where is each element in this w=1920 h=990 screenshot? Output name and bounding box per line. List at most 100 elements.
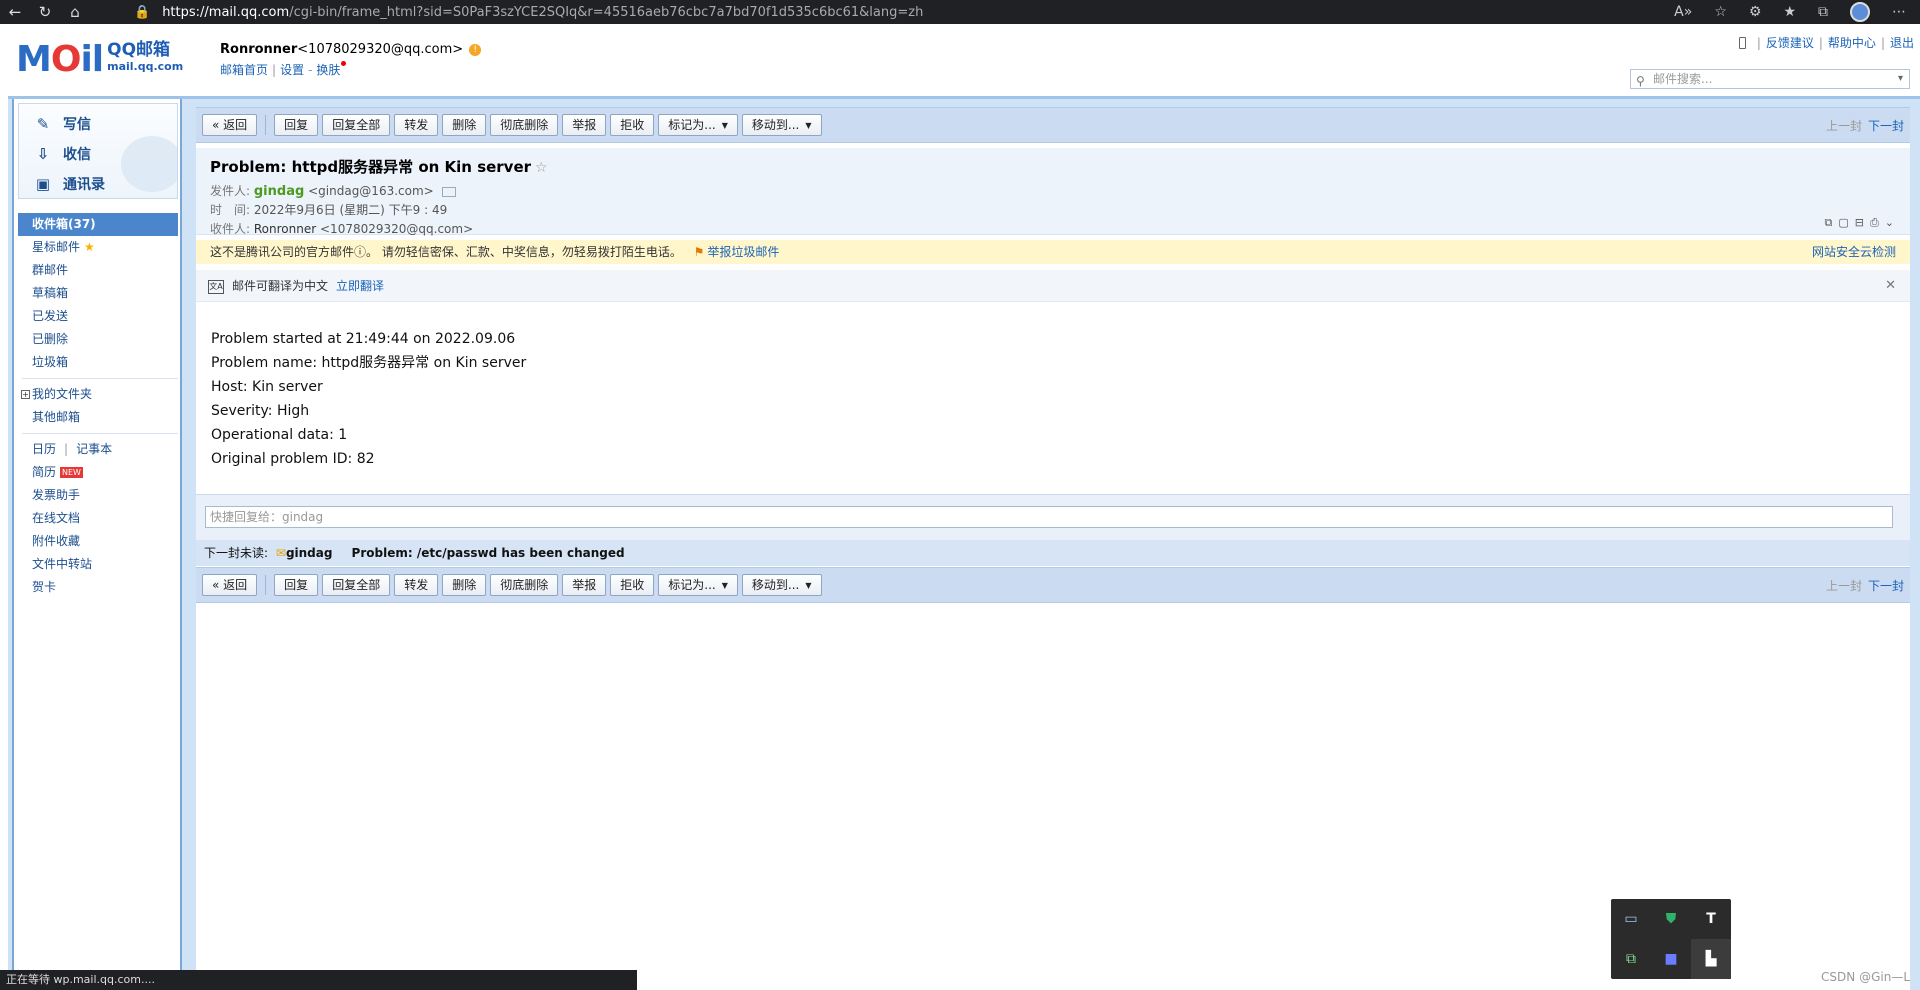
sidebar-item-group[interactable]: 群邮件 [18,259,178,282]
star-icon[interactable]: ☆ [535,160,548,176]
compose-panel: ✎ 写信 ⇩ 收信 ▣ 通讯录 [18,103,178,199]
extensions-icon[interactable]: ⚙ [1749,4,1762,20]
next-unread-sender[interactable]: gindag [286,546,333,560]
address-bar[interactable]: https://mail.qq.com/cgi-bin/frame_html?s… [162,5,923,20]
sidebar-item-other-mail[interactable]: 其他邮箱 [18,406,178,429]
print-icon[interactable]: ⎙ [1870,216,1879,230]
sidebar-item-starred[interactable]: 星标邮件 ★ [18,236,178,259]
favorite-add-icon[interactable]: ☆ [1714,4,1727,20]
bookmark-icon[interactable]: ▙ [1691,939,1731,979]
favorites-icon[interactable]: ★ [1783,4,1796,20]
logo-o: O [50,39,82,80]
receive-button[interactable]: ⇩ 收信 [33,144,91,164]
copy-window-icon[interactable]: ⧉ [1611,939,1651,979]
more-icon[interactable]: ⋯ [1892,4,1906,20]
report-spam-link[interactable]: ⚑ 举报垃圾邮件 [694,245,780,259]
refresh-icon[interactable]: ↻ [30,0,60,24]
translate-now-link[interactable]: 立即翻译 [336,279,384,293]
search-placeholder: 邮件搜索... [1653,72,1713,86]
next-mail-link[interactable]: 下一封 [1868,119,1904,133]
reply-button[interactable]: 回复 [274,574,319,596]
lock-icon[interactable]: 🔒 [134,5,150,20]
reject-button[interactable]: 拒收 [610,114,655,136]
reject-button[interactable]: 拒收 [610,574,655,596]
typora-icon[interactable]: T [1691,899,1731,939]
calendar-link[interactable]: 日历 [32,442,56,456]
profile-icon[interactable] [1850,2,1870,22]
move-to-dropdown[interactable]: 移动到... ▼ [741,574,822,596]
help-link[interactable]: 帮助中心 [1828,34,1876,51]
teams-icon[interactable]: ■ [1651,939,1691,979]
report-button[interactable]: 举报 [562,574,607,596]
sidebar-item-attachments[interactable]: 附件收藏 [18,530,178,553]
display-icon[interactable]: ▭ [1611,899,1651,939]
chevron-down-icon[interactable]: ▾ [1898,70,1903,88]
from-row: 发件人: gindag <gindag@163.com> [210,182,456,199]
sender-name[interactable]: gindag [254,184,304,199]
phone-icon[interactable] [1738,36,1746,49]
sidebar-item-deleted[interactable]: 已删除 [18,328,178,351]
reply-button[interactable]: 回复 [274,114,319,136]
warning-icon[interactable]: ! [469,43,482,56]
sidebar-item-drafts[interactable]: 草稿箱 [18,282,178,305]
contacts-button[interactable]: ▣ 通讯录 [33,174,105,194]
sidebar-item-transfer[interactable]: 文件中转站 [18,553,178,576]
sidebar-item-sent[interactable]: 已发送 [18,305,178,328]
mail-home-link[interactable]: 邮箱首页 [220,63,268,77]
settings-link[interactable]: 设置 [280,63,304,77]
delete-button[interactable]: 删除 [442,114,487,136]
qq-mail-logo[interactable]: MOil QQ邮箱 mail.qq.com [16,42,183,78]
mark-as-dropdown[interactable]: 标记为... ▼ [658,574,738,596]
archive-icon[interactable]: ⊟ [1855,216,1864,230]
fullscreen-icon[interactable]: ▢ [1838,216,1848,230]
contact-card-icon[interactable] [441,186,456,197]
collections-icon[interactable]: ⧉ [1818,4,1828,20]
delete-permanently-button[interactable]: 彻底删除 [490,114,559,136]
move-to-dropdown[interactable]: 移动到... ▼ [741,114,822,136]
mail-search-input[interactable]: ⚲ 邮件搜索... ▾ [1630,69,1910,89]
cloud-check-link[interactable]: 网站安全云检测 [1812,240,1896,264]
delete-permanently-button[interactable]: 彻底删除 [490,574,559,596]
sidebar-item-card[interactable]: 贺卡 [18,576,178,599]
report-button[interactable]: 举报 [562,114,607,136]
sidebar-item-invoice[interactable]: 发票助手 [18,484,178,507]
from-label: 发件人: [210,184,251,198]
mark-as-dropdown[interactable]: 标记为... ▼ [658,114,738,136]
sidebar-item-resume[interactable]: 简历 NEW [18,461,178,484]
sidebar-item-docs[interactable]: 在线文档 [18,507,178,530]
sidebar-item-inbox[interactable]: 收件箱(37) [18,213,178,236]
back-icon[interactable]: ← [0,0,30,24]
forward-button[interactable]: 转发 [394,574,439,596]
expand-icon[interactable]: ⌄ [1885,216,1894,230]
logout-link[interactable]: 退出 [1890,34,1914,51]
feedback-link[interactable]: 反馈建议 [1766,34,1814,51]
security-shield-icon[interactable]: ⛊ [1651,899,1691,939]
move-to-label: 移动到... [751,578,800,592]
forward-button[interactable]: 转发 [394,114,439,136]
compose-button[interactable]: ✎ 写信 [33,114,91,134]
read-aloud-icon[interactable]: A» [1674,4,1692,20]
back-button[interactable]: « 返回 [202,114,258,136]
recipient-name[interactable]: Ronronner [254,222,316,236]
prev-mail-link[interactable]: 上一封 [1826,579,1862,593]
logo-en: mail.qq.com [107,60,184,73]
delete-button[interactable]: 删除 [442,574,487,596]
prev-mail-link[interactable]: 上一封 [1826,119,1862,133]
reply-all-button[interactable]: 回复全部 [322,574,391,596]
notes-link[interactable]: 记事本 [76,442,112,456]
close-icon[interactable]: ✕ [1885,270,1896,302]
back-button[interactable]: « 返回 [202,574,258,596]
security-warning: 这不是腾讯公司的官方邮件ⓘ。 请勿轻信密保、汇款、中奖信息，勿轻易拨打陌生电话。… [196,240,1910,264]
reply-all-button[interactable]: 回复全部 [322,114,391,136]
resume-label: 简历 [32,465,57,479]
sidebar-item-my-folders[interactable]: + 我的文件夹 [18,383,178,406]
sidebar-item-spam[interactable]: 垃圾箱 [18,351,178,374]
next-mail-link[interactable]: 下一封 [1868,579,1904,593]
next-unread-subject[interactable]: Problem: /etc/passwd has been changed [352,546,625,560]
home-icon[interactable]: ⌂ [60,0,90,24]
sidebar-item-calendar-notes: 日历 | 记事本 [18,438,178,461]
expand-icon[interactable]: + [21,390,30,399]
skin-link[interactable]: 换肤 [316,63,340,77]
quick-reply-input[interactable]: 快捷回复给：gindag [205,506,1893,528]
new-window-icon[interactable]: ⧉ [1824,216,1832,230]
